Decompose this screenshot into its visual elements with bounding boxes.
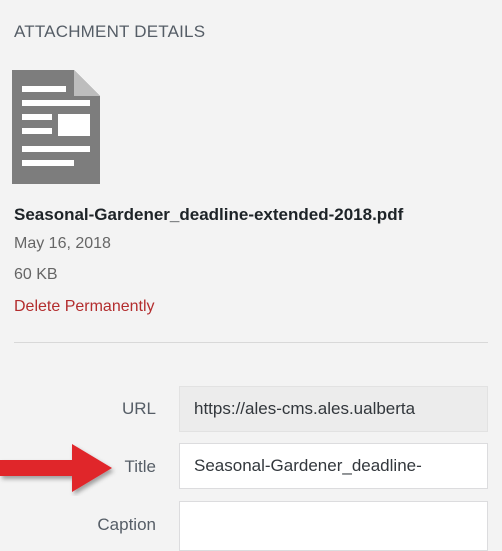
title-field[interactable] xyxy=(179,443,488,489)
caption-field[interactable] xyxy=(179,501,488,551)
delete-permanently-link[interactable]: Delete Permanently xyxy=(14,298,155,316)
file-upload-date: May 16, 2018 xyxy=(14,235,111,252)
attachment-details-panel: ATTACHMENT DETAILS Seasonal-Gardener_dea… xyxy=(0,0,502,551)
divider xyxy=(14,342,488,343)
file-size: 60 KB xyxy=(14,266,58,283)
red-arrow-icon xyxy=(0,444,112,492)
section-title: ATTACHMENT DETAILS xyxy=(14,22,206,41)
caption-label: Caption xyxy=(97,515,156,534)
url-field[interactable] xyxy=(179,386,488,432)
file-name: Seasonal-Gardener_deadline-extended-2018… xyxy=(14,205,404,224)
document-icon xyxy=(12,70,100,184)
url-label: URL xyxy=(121,399,156,418)
